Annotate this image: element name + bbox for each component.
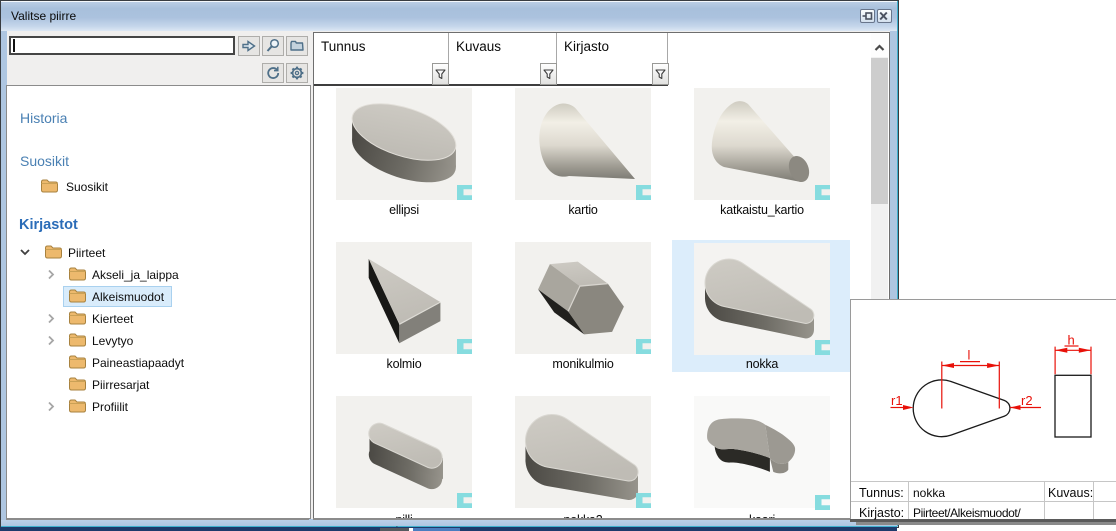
svg-text:h: h	[1068, 333, 1075, 348]
svg-text:l: l	[968, 348, 971, 363]
svg-text:r1: r1	[891, 393, 903, 408]
svg-text:r2: r2	[1021, 393, 1033, 408]
